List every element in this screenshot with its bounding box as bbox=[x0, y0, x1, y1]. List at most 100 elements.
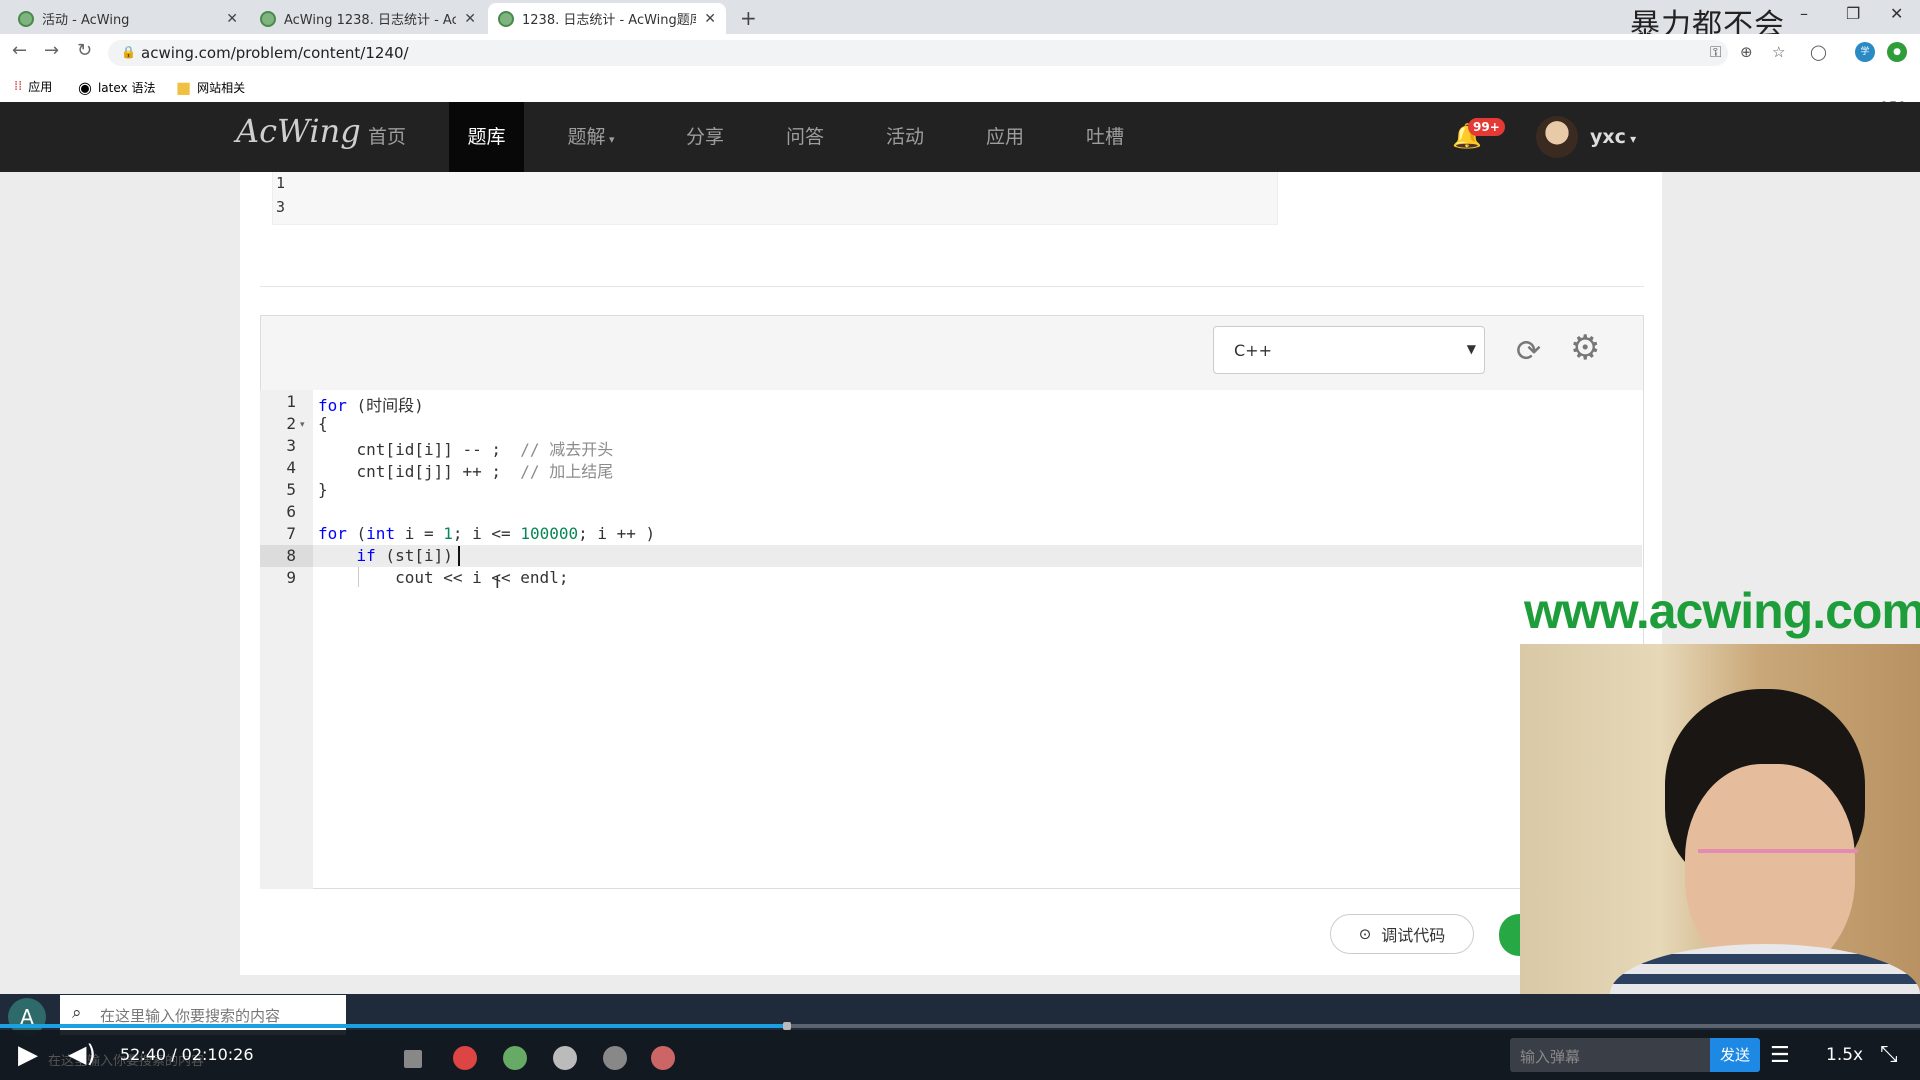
line-number: 4 bbox=[286, 458, 296, 477]
webcam-feed bbox=[1520, 644, 1920, 1024]
extension-icon[interactable]: ◯ bbox=[1810, 43, 1827, 61]
browser-tab-active[interactable]: 1238. 日志统计 - AcWing题库 ✕ bbox=[488, 3, 726, 34]
line-number: 3 bbox=[286, 436, 296, 455]
folder-icon: ■ bbox=[176, 78, 192, 97]
sample-output-box: 1 3 bbox=[272, 172, 1278, 225]
app-icon[interactable] bbox=[603, 1046, 627, 1070]
app-icon[interactable] bbox=[651, 1046, 675, 1070]
code-line: { bbox=[318, 414, 328, 433]
site-watermark: www.acwing.com bbox=[1524, 583, 1920, 639]
video-progress-fill bbox=[0, 1024, 788, 1028]
browser-tab[interactable]: 活动 - AcWing ✕ bbox=[8, 3, 248, 34]
webcam-person-glasses bbox=[1698, 849, 1858, 867]
code-line: cnt[id[i]] -- ; // 减去开头 bbox=[318, 440, 614, 459]
maximize-icon[interactable]: ❐ bbox=[1846, 4, 1860, 23]
send-button[interactable]: 发送 bbox=[1710, 1038, 1760, 1072]
caret-down-icon: ▾ bbox=[1625, 132, 1637, 146]
text-cursor bbox=[458, 546, 460, 566]
bookmark-folder[interactable]: ■ 网站相关 bbox=[176, 78, 245, 97]
nav-home[interactable]: 首页 bbox=[352, 102, 422, 172]
play-circle-icon: ⊙ bbox=[1358, 925, 1372, 943]
language-value: C++ bbox=[1234, 341, 1272, 360]
taskbar-search[interactable]: ⌕ 在这里输入你要搜索的内容 bbox=[60, 995, 346, 1035]
extension-icon[interactable]: 学 bbox=[1855, 42, 1875, 62]
wechat-icon[interactable] bbox=[503, 1046, 527, 1070]
debug-code-button[interactable]: ⊙ 调试代码 bbox=[1330, 914, 1474, 954]
code-line: if (st[i]) bbox=[356, 546, 453, 565]
webcam-person-face bbox=[1685, 764, 1855, 974]
nav-activity[interactable]: 活动 bbox=[870, 102, 940, 172]
reset-code-icon[interactable]: ⟳ bbox=[1516, 334, 1541, 369]
acwing-favicon-icon bbox=[260, 10, 276, 27]
volume-icon[interactable]: ◀) bbox=[68, 1040, 96, 1068]
close-window-icon[interactable]: ✕ bbox=[1890, 4, 1903, 23]
close-icon[interactable]: ✕ bbox=[704, 11, 716, 27]
task-view-icon[interactable] bbox=[404, 1050, 422, 1068]
nav-feedback[interactable]: 吐槽 bbox=[1070, 102, 1140, 172]
code-line: for (int i = 1; i <= 100000; i ++ ) bbox=[318, 524, 656, 543]
nav-qa[interactable]: 问答 bbox=[770, 102, 840, 172]
user-menu[interactable]: yxc ▾ bbox=[1590, 126, 1636, 148]
close-icon[interactable]: ✕ bbox=[226, 11, 238, 27]
line-number: 8 bbox=[286, 546, 296, 565]
apps-grid-icon: ⁞⁞ bbox=[14, 79, 23, 94]
divider bbox=[260, 286, 1644, 287]
bookmark-label: latex 语法 bbox=[97, 81, 156, 95]
nav-solutions[interactable]: 题解 ▾ bbox=[556, 102, 626, 172]
minimize-icon[interactable]: – bbox=[1800, 4, 1808, 23]
exit-fullscreen-icon[interactable]: ⤡ bbox=[1880, 1042, 1898, 1067]
line-number: 7 bbox=[286, 524, 296, 543]
app-icon[interactable] bbox=[553, 1046, 577, 1070]
chrome-icon[interactable] bbox=[453, 1046, 477, 1070]
bookmarks-bar bbox=[0, 70, 1920, 103]
sample-output-line: 3 bbox=[276, 198, 286, 216]
url-text[interactable]: acwing.com/problem/content/1240/ bbox=[141, 44, 409, 62]
back-icon[interactable]: ← bbox=[12, 40, 27, 61]
danmu-input[interactable]: 输入弹幕 bbox=[1510, 1038, 1710, 1072]
star-icon[interactable]: ☆ bbox=[1772, 43, 1785, 61]
reload-icon[interactable]: ↻ bbox=[77, 40, 92, 61]
code-line: cnt[id[j]] ++ ; // 加上结尾 bbox=[318, 462, 614, 481]
key-icon[interactable]: ⚿ bbox=[1710, 43, 1721, 61]
globe-icon: ◉ bbox=[78, 78, 92, 97]
line-number: 1 bbox=[286, 392, 296, 411]
nav-apps[interactable]: 应用 bbox=[970, 102, 1040, 172]
gear-icon[interactable]: ⚙ bbox=[1570, 328, 1600, 368]
video-progress-knob[interactable] bbox=[783, 1022, 792, 1030]
browser-tab[interactable]: AcWing 1238. 日志统计 - AcWi ✕ bbox=[250, 3, 486, 34]
nav-solutions-label: 题解 bbox=[567, 126, 606, 148]
notification-badge: 99+ bbox=[1468, 118, 1505, 136]
line-number: 5 bbox=[286, 480, 296, 499]
close-icon[interactable]: ✕ bbox=[464, 11, 476, 27]
bookmark-apps[interactable]: ⁞⁞ 应用 bbox=[14, 78, 52, 95]
caret-down-icon: ▼ bbox=[1466, 342, 1476, 356]
code-line: } bbox=[318, 480, 328, 499]
fold-arrow-icon[interactable]: ▾ bbox=[300, 420, 305, 430]
bookmark-label: 应用 bbox=[28, 80, 53, 94]
caret-down-icon: ▾ bbox=[605, 133, 615, 146]
new-tab-icon[interactable]: + bbox=[740, 6, 757, 30]
zoom-icon[interactable]: ⊕ bbox=[1740, 43, 1753, 61]
indent-guide bbox=[358, 567, 359, 587]
tab-title: AcWing 1238. 日志统计 - AcWi bbox=[284, 13, 457, 28]
code-line: for (时间段) bbox=[318, 396, 424, 415]
play-icon[interactable]: ▶ bbox=[18, 1040, 38, 1070]
language-select[interactable]: C++ ▼ bbox=[1213, 326, 1485, 374]
acwing-favicon-icon bbox=[18, 10, 34, 27]
acwing-favicon-icon bbox=[498, 10, 514, 27]
search-placeholder: 在这里输入你要搜索的内容 bbox=[100, 1007, 281, 1025]
tab-title: 1238. 日志统计 - AcWing题库 bbox=[522, 13, 697, 28]
extension-icon[interactable]: ● bbox=[1887, 42, 1907, 62]
nav-share[interactable]: 分享 bbox=[670, 102, 740, 172]
acwing-logo[interactable]: AcWing bbox=[236, 112, 361, 150]
lock-icon: 🔒 bbox=[121, 45, 136, 59]
forward-icon[interactable]: → bbox=[44, 40, 59, 61]
avatar[interactable] bbox=[1536, 116, 1578, 158]
subtitle-settings-icon[interactable]: ☰ bbox=[1770, 1043, 1790, 1068]
video-timecode: 52:40 / 02:10:26 bbox=[120, 1045, 254, 1064]
bookmark-latex[interactable]: ◉ latex 语法 bbox=[78, 78, 155, 97]
nav-problems[interactable]: 题库 bbox=[449, 102, 524, 172]
line-number: 2 bbox=[286, 414, 296, 433]
code-line: cout << i << endl; bbox=[318, 568, 569, 587]
playback-speed[interactable]: 1.5x bbox=[1826, 1045, 1863, 1065]
